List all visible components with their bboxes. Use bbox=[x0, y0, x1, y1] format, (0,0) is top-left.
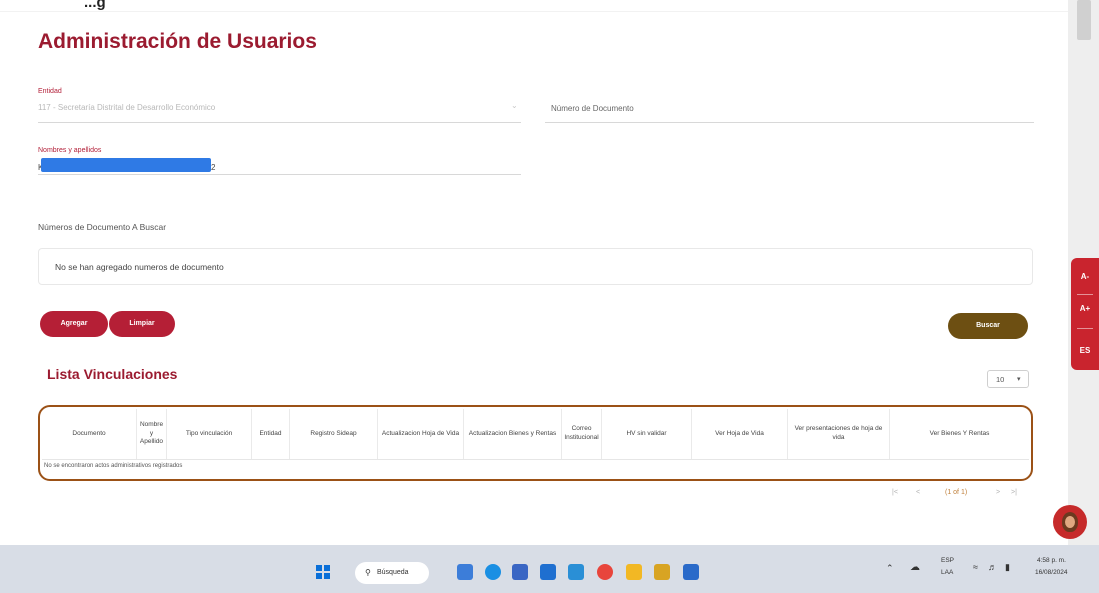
column-header[interactable]: Documento bbox=[42, 409, 137, 459]
divider bbox=[1077, 328, 1093, 329]
cloud-icon[interactable]: ☁ bbox=[910, 562, 920, 573]
column-header[interactable]: Tipo vinculación bbox=[167, 409, 252, 459]
last-page-button[interactable]: >| bbox=[1011, 489, 1017, 496]
table-empty-row: No se encontraron actos administrativos … bbox=[42, 459, 1029, 472]
file-explorer-icon[interactable] bbox=[626, 564, 642, 580]
language-button[interactable]: ES bbox=[1071, 346, 1099, 355]
top-header-bar: ...g bbox=[0, 0, 1099, 12]
chevron-down-icon[interactable]: ⌄ bbox=[511, 101, 518, 110]
column-header[interactable]: Entidad bbox=[252, 409, 290, 459]
entidad-label: Entidad bbox=[38, 88, 62, 95]
clock-time[interactable]: 4:58 p. m. bbox=[1037, 557, 1066, 564]
wifi-icon[interactable]: ≈ bbox=[973, 562, 978, 572]
column-header[interactable]: Correo Institucional bbox=[562, 409, 602, 459]
numero-documento-input[interactable]: Número de Documento bbox=[551, 104, 634, 113]
scrollbar-thumb[interactable] bbox=[1077, 0, 1091, 40]
volume-icon[interactable]: ♬ bbox=[988, 562, 997, 572]
numero-documento-underline bbox=[545, 122, 1034, 123]
sticky-notes-icon[interactable] bbox=[654, 564, 670, 580]
chevron-up-icon[interactable]: ⌃ bbox=[886, 563, 894, 574]
page-size-select[interactable]: 10 ▾ bbox=[987, 370, 1029, 388]
battery-icon[interactable]: ▮ bbox=[1005, 562, 1010, 573]
search-icon: ⚲ bbox=[365, 568, 371, 577]
accessibility-panel: A- A+ ES bbox=[1071, 258, 1099, 370]
header-partial-text: ...g bbox=[84, 0, 106, 11]
buscar-button[interactable]: Buscar bbox=[948, 313, 1028, 339]
limpiar-button[interactable]: Limpiar bbox=[109, 311, 175, 337]
chat-assistant-button[interactable] bbox=[1053, 505, 1087, 539]
font-decrease-button[interactable]: A- bbox=[1071, 272, 1099, 281]
column-header[interactable]: Ver Hoja de Vida bbox=[692, 409, 788, 459]
page-title: Administración de Usuarios bbox=[38, 30, 317, 53]
column-header[interactable]: Ver Bienes Y Rentas bbox=[890, 409, 1029, 459]
nombres-underline bbox=[38, 174, 521, 175]
mail-icon[interactable] bbox=[568, 564, 584, 580]
chevron-down-icon: ▾ bbox=[1017, 376, 1021, 383]
font-increase-button[interactable]: A+ bbox=[1071, 304, 1099, 313]
nombres-input-suffix: 2 bbox=[211, 163, 216, 172]
language-bottom: LAA bbox=[941, 569, 954, 576]
column-header[interactable]: HV sin validar bbox=[602, 409, 692, 459]
taskbar-search[interactable]: ⚲ Búsqueda bbox=[355, 562, 429, 584]
documents-list-box: No se han agregado numeros de documento bbox=[38, 248, 1033, 285]
language-top[interactable]: ESP bbox=[941, 557, 954, 564]
column-header[interactable]: Actualizacion Hoja de Vida bbox=[378, 409, 464, 459]
first-page-button[interactable]: |< bbox=[892, 489, 898, 496]
next-page-button[interactable]: > bbox=[996, 489, 1000, 496]
redaction-mark bbox=[41, 158, 211, 172]
column-header[interactable]: Ver presentaciones de hoja de vida bbox=[788, 409, 890, 459]
taskbar-search-label: Búsqueda bbox=[377, 569, 409, 576]
windows-start-icon[interactable] bbox=[316, 565, 330, 579]
page-info: (1 of 1) bbox=[945, 489, 968, 496]
divider bbox=[1077, 294, 1093, 295]
column-header[interactable]: Registro Sideap bbox=[290, 409, 378, 459]
entidad-select[interactable]: 117 - Secretaría Distrital de Desarrollo… bbox=[38, 103, 215, 112]
page-size-value: 10 bbox=[996, 375, 1005, 384]
column-header[interactable]: Nombre y Apellido bbox=[137, 409, 167, 459]
avatar-face bbox=[1065, 516, 1075, 528]
edge-browser-icon[interactable] bbox=[485, 564, 501, 580]
agregar-button[interactable]: Agregar bbox=[40, 311, 108, 337]
column-header[interactable]: Actualizacion Bienes y Rentas bbox=[464, 409, 562, 459]
task-view-icon[interactable] bbox=[457, 564, 473, 580]
documents-label: Números de Documento A Buscar bbox=[38, 222, 167, 232]
browser-page: ...g Administración de Usuarios Entidad … bbox=[0, 0, 1099, 593]
nombres-label: Nombres y apellidos bbox=[38, 147, 102, 154]
chrome-icon[interactable] bbox=[597, 564, 613, 580]
system-tray: ⌃ ☁ ESP LAA ≈ ♬ ▮ 4:58 p. m. 16/08/2024 bbox=[880, 555, 1095, 587]
clock-date: 16/08/2024 bbox=[1035, 569, 1068, 576]
pagination: |< < (1 of 1) > >| bbox=[890, 489, 1030, 501]
documents-empty-text: No se han agregado numeros de documento bbox=[55, 262, 224, 272]
list-title: Lista Vinculaciones bbox=[47, 366, 178, 382]
vinculaciones-table: Documento Nombre y Apellido Tipo vincula… bbox=[42, 409, 1029, 472]
prev-page-button[interactable]: < bbox=[916, 489, 920, 496]
app-l-icon[interactable] bbox=[540, 564, 556, 580]
calendar-app-icon[interactable] bbox=[512, 564, 528, 580]
word-icon[interactable] bbox=[683, 564, 699, 580]
entidad-underline bbox=[38, 122, 521, 123]
